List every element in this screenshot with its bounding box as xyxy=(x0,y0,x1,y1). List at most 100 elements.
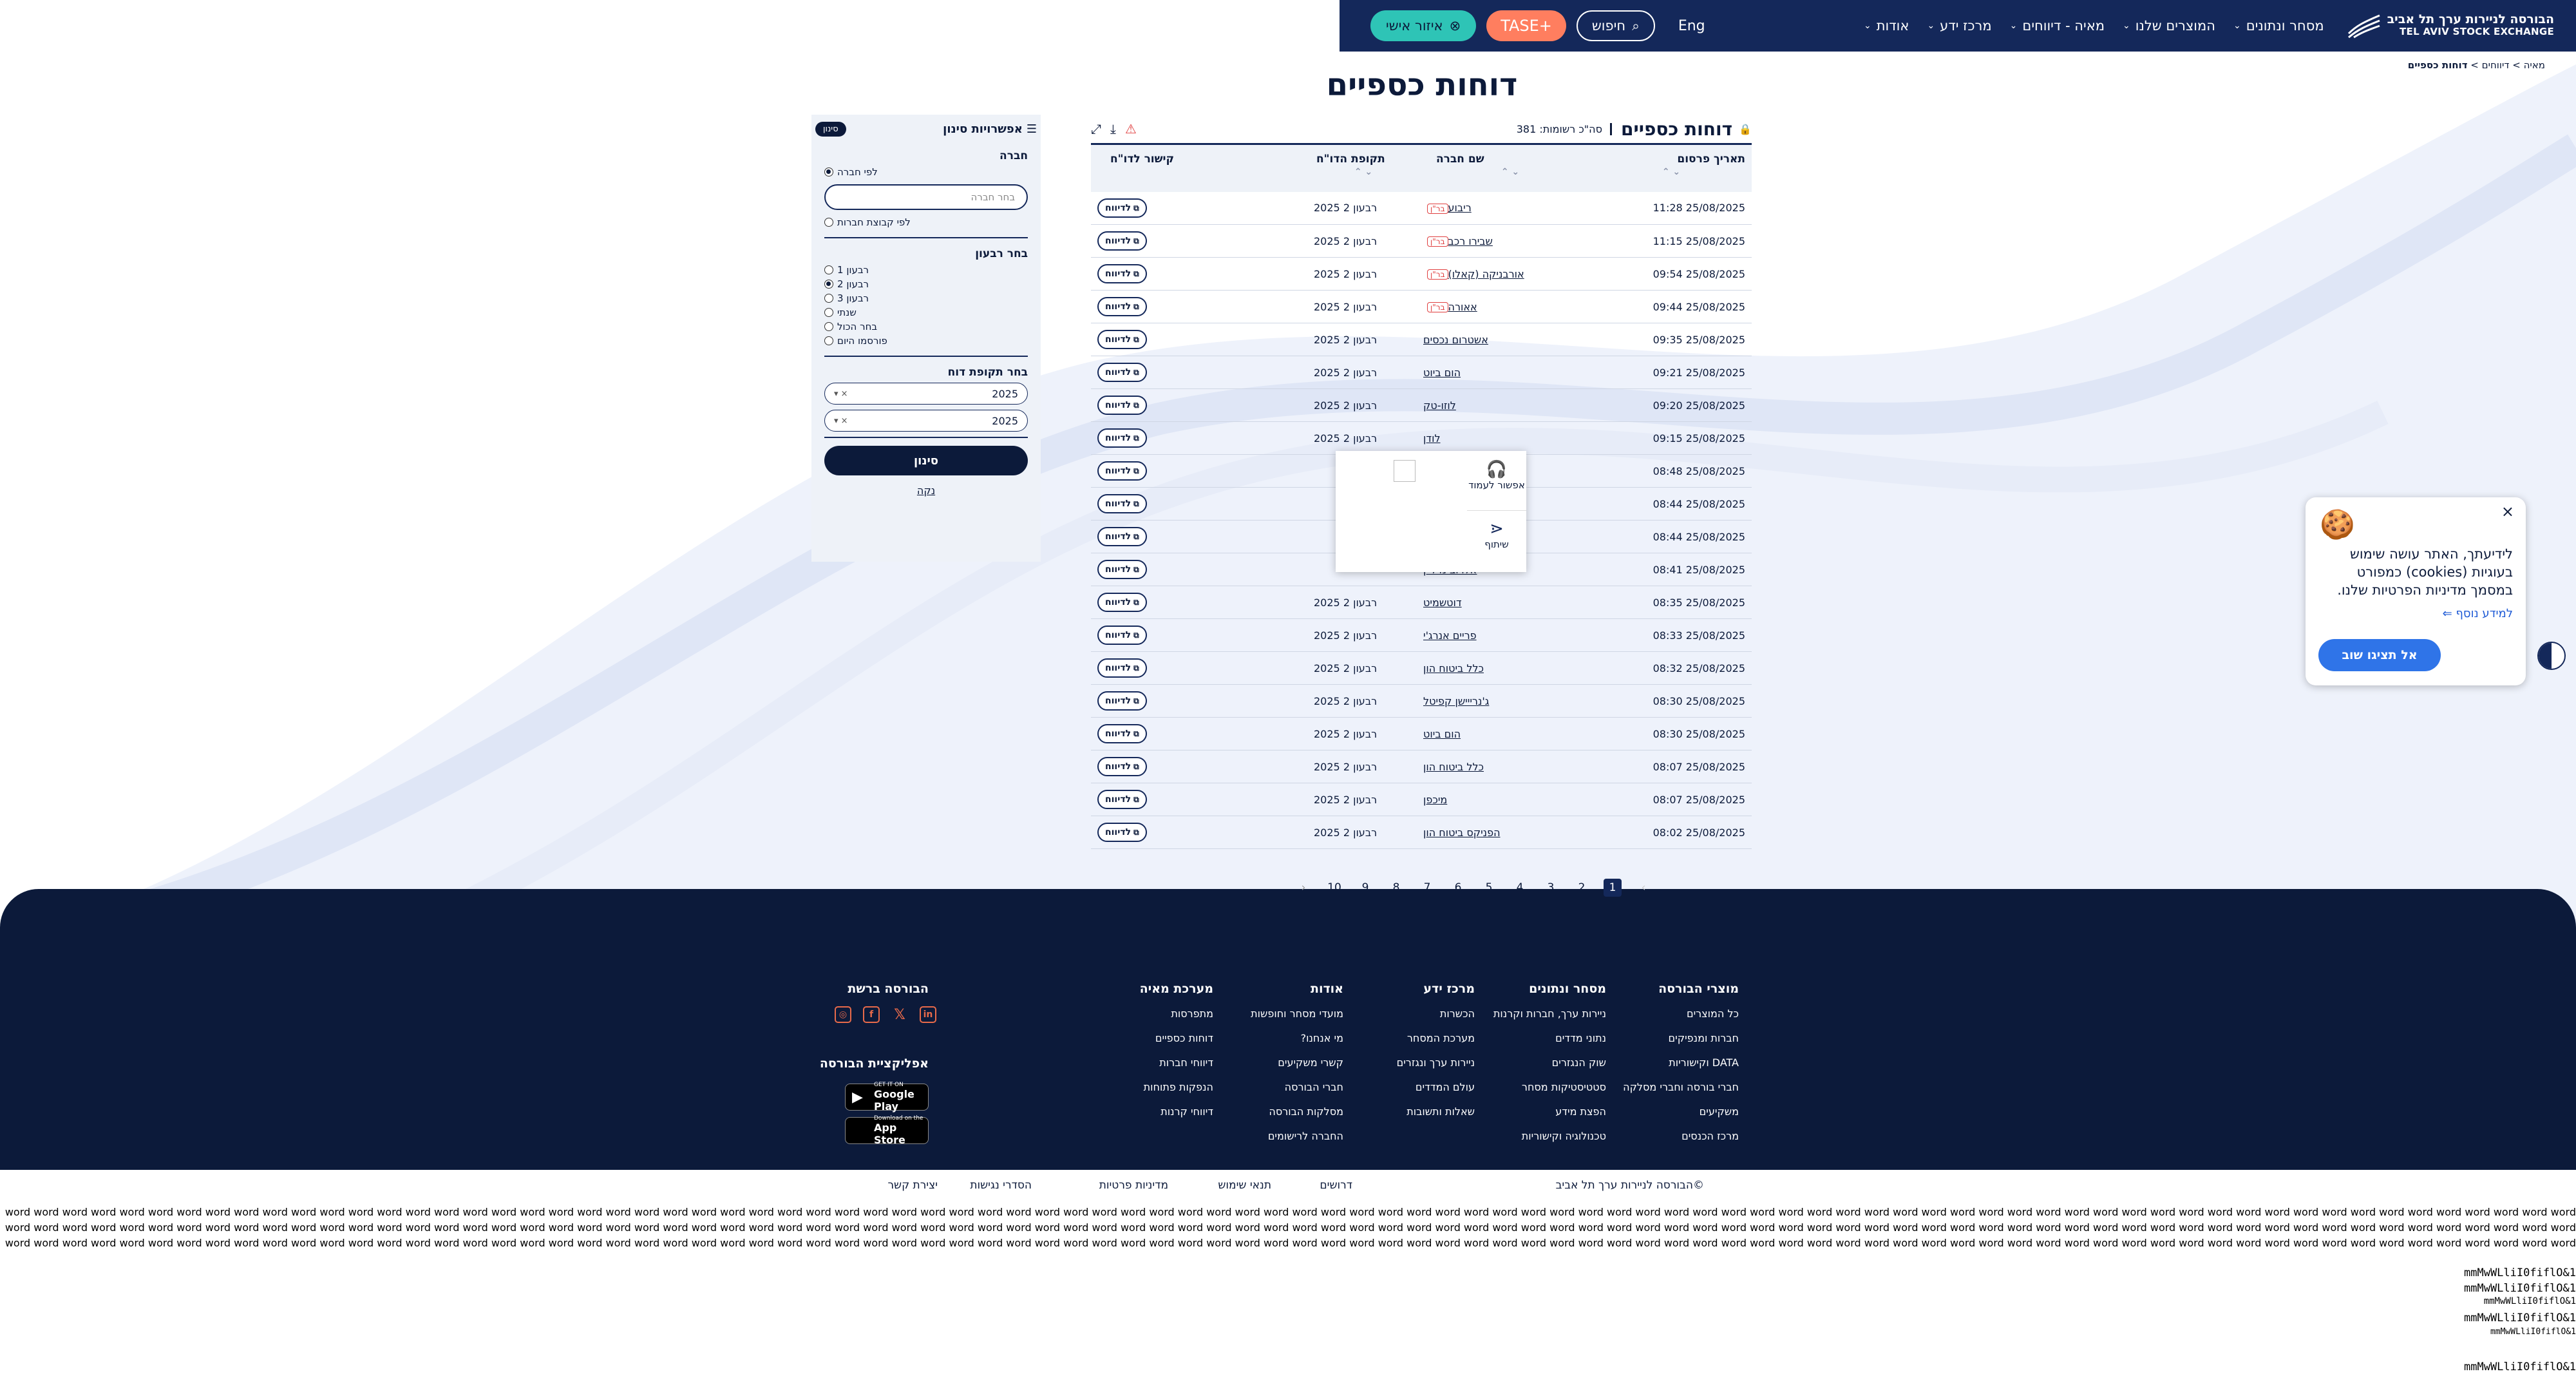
company-link[interactable]: אשטרום נכסים xyxy=(1423,334,1488,346)
popup-checkbox[interactable] xyxy=(1394,460,1416,482)
report-button[interactable]: ⧉לדיווח xyxy=(1097,626,1147,645)
sort-icon[interactable]: ⌄ ⌃ xyxy=(1436,167,1584,177)
report-button[interactable]: ⧉לדיווח xyxy=(1097,527,1147,546)
sort-icon[interactable]: ⌄ ⌃ xyxy=(1316,167,1410,177)
report-button[interactable]: ⧉לדיווח xyxy=(1097,593,1147,612)
company-link[interactable]: ג'נרייישן קפיטל xyxy=(1423,695,1489,707)
report-button[interactable]: ⧉לדיווח xyxy=(1097,560,1147,579)
footer-link[interactable]: מסלקות הבורסה xyxy=(1251,1105,1343,1118)
expand-icon[interactable]: ⤢ xyxy=(1091,121,1101,137)
page-number[interactable]: 6 xyxy=(1449,879,1467,897)
company-link[interactable]: לודן xyxy=(1423,432,1441,444)
radio-dot[interactable] xyxy=(824,265,833,274)
sort-icon[interactable]: ⌄ ⌃ xyxy=(1597,167,1745,177)
link-contact[interactable]: יצירת קשר xyxy=(887,1179,938,1192)
footer-link[interactable]: מועדי מסחר וחופשות xyxy=(1251,1008,1343,1020)
footer-link[interactable]: שוק הנגזרים xyxy=(1493,1056,1606,1069)
col-publish-date[interactable]: תאריך פרסום ⌄ ⌃ xyxy=(1591,144,1752,192)
period-to-select[interactable]: 2025 ▾ × xyxy=(824,410,1028,432)
nav-about[interactable]: אודות ⌄ xyxy=(1864,18,1909,33)
period-from-select[interactable]: 2025 ▾ × xyxy=(824,383,1028,405)
download-icon[interactable]: ⤓ xyxy=(1110,121,1116,137)
instagram-icon[interactable]: ◎ xyxy=(835,1006,851,1023)
clear-filter-button[interactable]: נקה xyxy=(811,484,1041,497)
nav-trading-data[interactable]: מסחר ונתונים ⌄ xyxy=(2233,18,2324,33)
share-option[interactable]: ⋖ שיתוף xyxy=(1467,519,1526,550)
footer-link[interactable]: מתפרסות xyxy=(1140,1008,1213,1020)
footer-link[interactable]: שאלות ותשובות xyxy=(1397,1105,1475,1118)
footer-link[interactable]: הפצת מידע xyxy=(1493,1105,1606,1118)
report-button[interactable]: ⧉לדיווח xyxy=(1097,823,1147,842)
radio-dot[interactable] xyxy=(824,218,833,227)
footer-link[interactable]: הכשרות xyxy=(1397,1008,1475,1020)
company-link[interactable]: לוזו-טק xyxy=(1423,399,1456,412)
radio-quarter-3[interactable]: רבעון 3 xyxy=(824,292,1028,304)
nav-knowledge-center[interactable]: מרכז ידע ⌄ xyxy=(1927,18,1991,33)
footer-link[interactable]: חברות ומנפיקים xyxy=(1623,1032,1739,1044)
report-button[interactable]: ⧉לדיווח xyxy=(1097,363,1147,382)
report-button[interactable]: ⧉לדיווח xyxy=(1097,231,1147,251)
footer-link[interactable]: DATA וקישוריות xyxy=(1623,1056,1739,1069)
company-link[interactable]: הום ביוט xyxy=(1423,728,1461,740)
footer-link[interactable]: מי אנחנו? xyxy=(1251,1032,1343,1044)
footer-link[interactable]: ניירות ערך, חברות וקרנות xyxy=(1493,1008,1606,1020)
page-number[interactable]: 1 xyxy=(1604,879,1622,897)
radio-dot[interactable] xyxy=(824,280,833,289)
footer-link[interactable]: עולם המדדים xyxy=(1397,1081,1475,1093)
filter-badge[interactable]: סינון xyxy=(815,121,846,137)
nav-our-products[interactable]: המוצרים שלנו ⌄ xyxy=(2123,18,2215,33)
radio-dot[interactable] xyxy=(824,167,833,177)
radio-by-group[interactable]: לפי קבוצת חברות xyxy=(824,216,1028,228)
page-number[interactable]: 2 xyxy=(1573,879,1591,897)
radio-dot[interactable] xyxy=(824,294,833,303)
report-button[interactable]: ⧉לדיווח xyxy=(1097,428,1147,448)
footer-link[interactable]: החברה לרישומים xyxy=(1251,1130,1343,1142)
report-button[interactable]: ⧉לדיווח xyxy=(1097,297,1147,316)
radio-annual[interactable]: שנתי xyxy=(824,307,1028,318)
company-link[interactable]: אאורה xyxy=(1448,301,1477,313)
radio-published-today[interactable]: פורסמו היום xyxy=(824,335,1028,347)
footer-link[interactable]: מערכת המסחר xyxy=(1397,1032,1475,1044)
footer-link[interactable]: טכנולוגיה וקישוריות xyxy=(1493,1130,1606,1142)
report-button[interactable]: ⧉לדיווח xyxy=(1097,198,1147,218)
footer-link[interactable]: חברי בורסה וחברי מסלקה xyxy=(1623,1081,1739,1093)
report-button[interactable]: ⧉לדיווח xyxy=(1097,494,1147,513)
footer-link[interactable]: כל המוצרים xyxy=(1623,1008,1739,1020)
company-link[interactable]: אורבניקה (קאלו) xyxy=(1448,268,1524,280)
company-link[interactable]: כלל ביטוח הון xyxy=(1423,761,1484,773)
radio-select-all[interactable]: בחר הכול xyxy=(824,321,1028,332)
footer-link[interactable]: מרכז הכנסים xyxy=(1623,1130,1739,1142)
page-number[interactable]: 9 xyxy=(1356,879,1374,897)
company-link[interactable]: שבירו רכב xyxy=(1448,235,1493,247)
contrast-toggle-icon[interactable] xyxy=(2537,642,2566,670)
footer-link[interactable]: דיווחי קרנות xyxy=(1140,1105,1213,1118)
footer-link[interactable]: קשרי משקיעים xyxy=(1251,1056,1343,1069)
company-link[interactable]: כלל ביטוח הון xyxy=(1423,662,1484,674)
app-store-button[interactable]: Download on the App Store xyxy=(845,1115,929,1146)
next-page-icon[interactable]: ‹ xyxy=(1634,879,1653,897)
footer-link[interactable]: הנפקות פתוחות xyxy=(1140,1081,1213,1093)
page-number[interactable]: 10 xyxy=(1325,879,1343,897)
footer-link[interactable]: סטטיסטיקות מסחר xyxy=(1493,1081,1606,1093)
report-button[interactable]: ⧉לדיווח xyxy=(1097,790,1147,809)
page-number[interactable]: 5 xyxy=(1480,879,1498,897)
company-link[interactable]: פריים אנרג'י xyxy=(1423,629,1477,642)
radio-dot[interactable] xyxy=(824,322,833,331)
page-number[interactable]: 7 xyxy=(1418,879,1436,897)
tase-logo[interactable]: הבורסה לניירות ערך תל אביב TEL AVIV STOC… xyxy=(2347,13,2554,39)
link-accessibility[interactable]: הסדרי נגישות xyxy=(970,1179,1032,1192)
company-link[interactable]: דוטשמיט xyxy=(1423,597,1462,609)
report-button[interactable]: ⧉לדיווח xyxy=(1097,461,1147,481)
close-icon[interactable]: × xyxy=(2501,502,2514,521)
footer-link[interactable]: נתוני מדדים xyxy=(1493,1032,1606,1044)
report-button[interactable]: ⧉לדיווח xyxy=(1097,757,1147,776)
company-select-input[interactable]: בחר חברה xyxy=(824,184,1028,210)
warning-icon[interactable]: ⚠ xyxy=(1125,121,1137,137)
footer-link[interactable]: ניירות ערך ונגזרים xyxy=(1397,1056,1475,1069)
footer-link[interactable]: חברי הבורסה xyxy=(1251,1081,1343,1093)
company-link[interactable]: מיכפן xyxy=(1423,794,1447,806)
prev-page-icon[interactable]: › xyxy=(1294,879,1312,897)
link-privacy[interactable]: מדיניות פרטיות xyxy=(1099,1179,1168,1192)
google-play-button[interactable]: ▶ GET IT ON Google Play xyxy=(845,1082,929,1113)
radio-dot[interactable] xyxy=(824,336,833,345)
